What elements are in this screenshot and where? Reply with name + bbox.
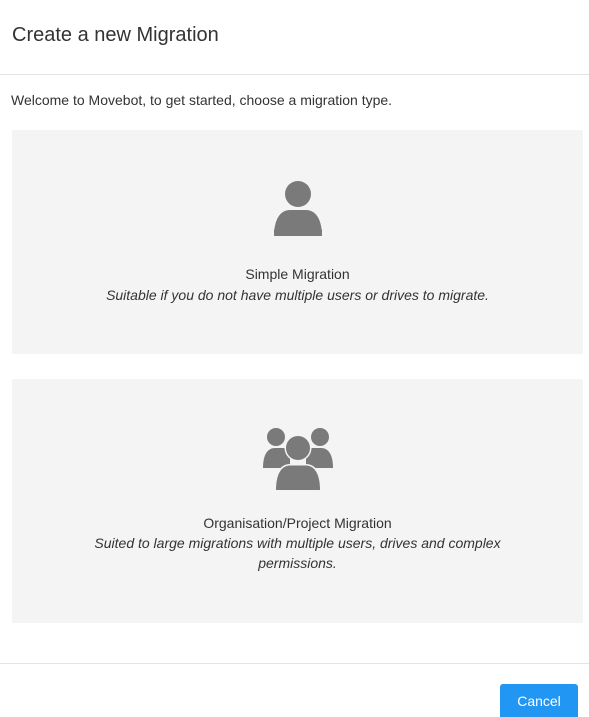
option-description: Suitable if you do not have multiple use… (106, 287, 489, 303)
users-group-icon (262, 428, 333, 490)
user-icon (273, 181, 322, 236)
cancel-button[interactable]: Cancel (500, 684, 578, 717)
option-title: Organisation/Project Migration (203, 515, 392, 531)
simple-migration-option[interactable]: Simple Migration Suitable if you do not … (12, 130, 583, 354)
dialog-footer: Cancel (0, 663, 589, 717)
dialog-header: Create a new Migration (0, 0, 589, 75)
dialog-title: Create a new Migration (12, 24, 219, 46)
option-description: Suited to large migrations with multiple… (94, 535, 501, 571)
option-title: Simple Migration (245, 266, 350, 282)
create-migration-dialog: Create a new Migration Welcome to Movebo… (0, 0, 589, 717)
intro-text: Welcome to Movebot, to get started, choo… (11, 92, 393, 108)
organisation-project-migration-option[interactable]: Organisation/Project Migration Suited to… (12, 379, 583, 623)
